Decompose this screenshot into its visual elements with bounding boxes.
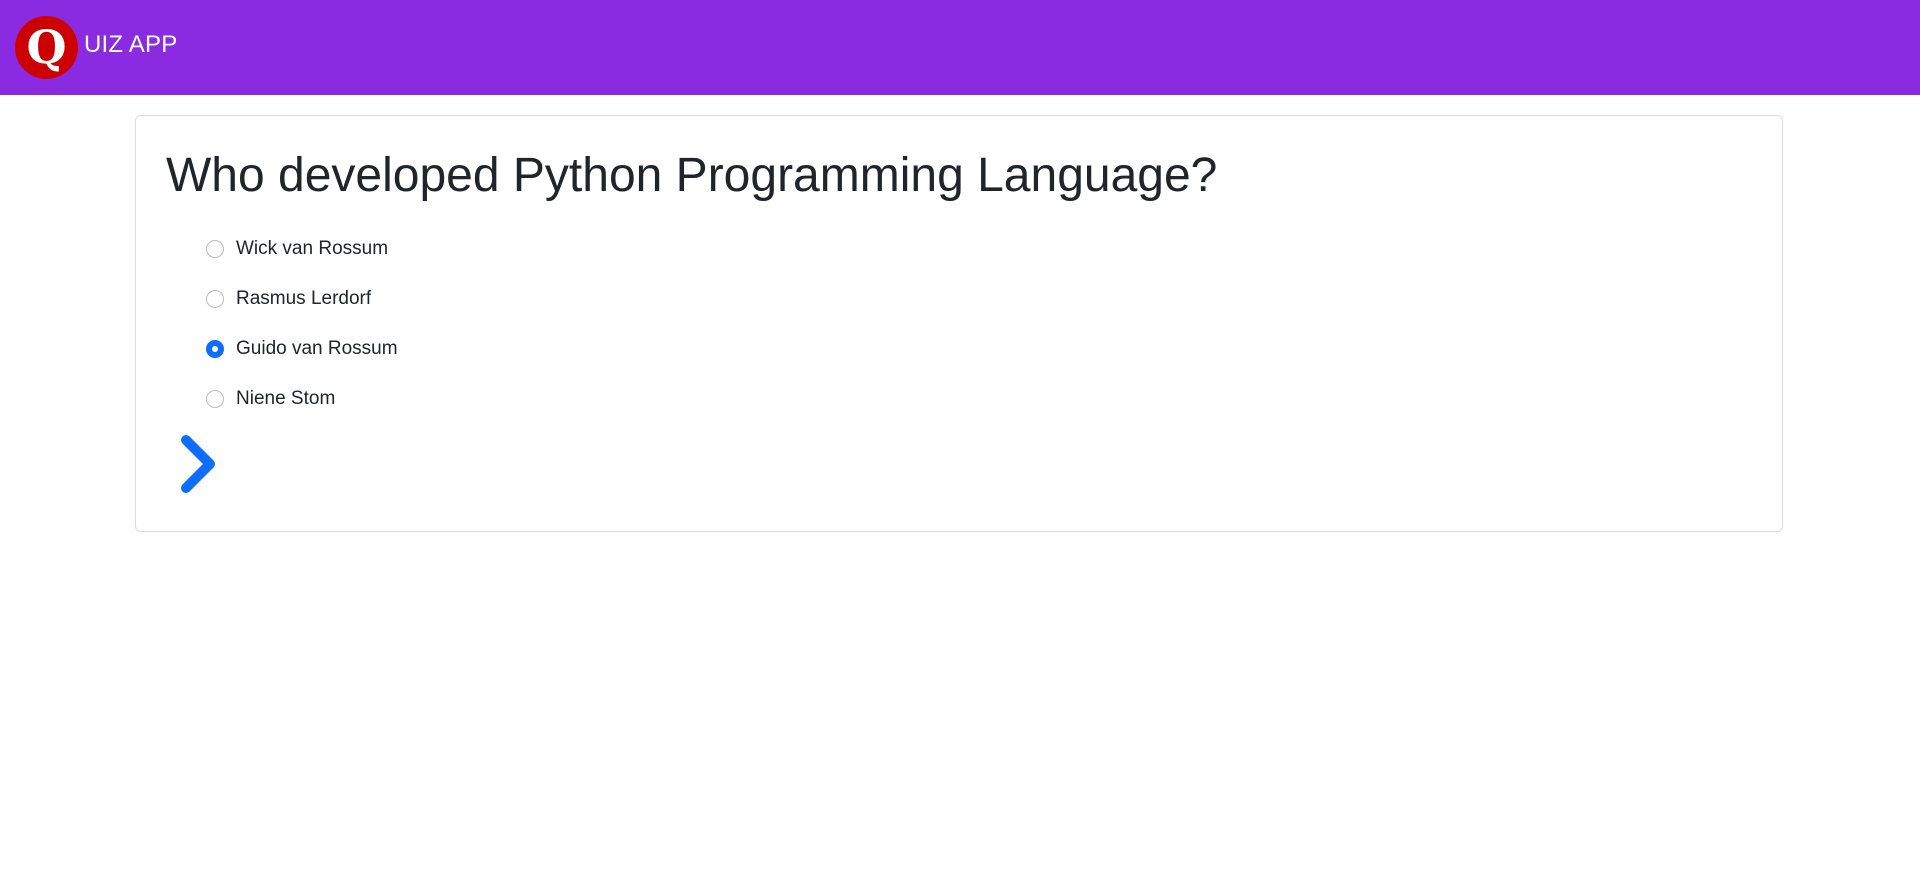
answer-radio-2[interactable]	[206, 290, 224, 308]
chevron-right-icon	[181, 435, 215, 493]
answer-label-3[interactable]: Guido van Rossum	[236, 337, 398, 361]
answer-option-3[interactable]: Guido van Rossum	[206, 324, 398, 374]
brand-title[interactable]: UIZ APP	[84, 29, 177, 61]
answer-radio-4[interactable]	[206, 390, 224, 408]
answer-option-1[interactable]: Wick van Rossum	[206, 224, 398, 274]
logo-letter: Q	[26, 19, 67, 74]
answer-label-2[interactable]: Rasmus Lerdorf	[236, 287, 371, 311]
answer-label-1[interactable]: Wick van Rossum	[236, 237, 388, 261]
quiz-logo-icon[interactable]: Q	[15, 16, 78, 79]
answer-radio-1[interactable]	[206, 240, 224, 258]
answer-radio-3[interactable]	[206, 340, 224, 358]
answer-option-2[interactable]: Rasmus Lerdorf	[206, 274, 398, 324]
next-question-button[interactable]	[176, 434, 224, 494]
answer-label-4[interactable]: Niene Stom	[236, 387, 335, 411]
question-title: Who developed Python Programming Languag…	[166, 149, 1218, 202]
navbar: Q UIZ APP	[0, 0, 1920, 95]
question-card: Who developed Python Programming Languag…	[135, 115, 1783, 532]
answer-options: Wick van Rossum Rasmus Lerdorf Guido van…	[206, 224, 398, 424]
answer-option-4[interactable]: Niene Stom	[206, 374, 398, 424]
